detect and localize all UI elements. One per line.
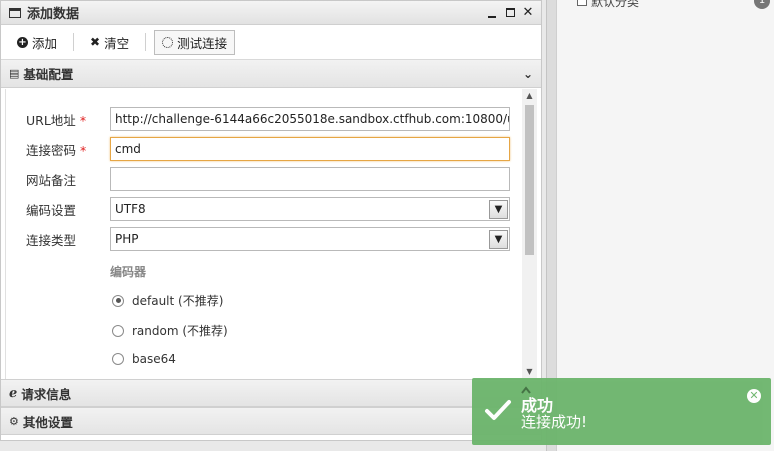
scrollbar-thumb[interactable] [525, 105, 534, 255]
radio-icon[interactable] [112, 324, 124, 337]
encoder-option-default[interactable]: default (不推荐) [112, 292, 223, 309]
add-data-window: 添加数据 ✕ + 添加 ✖ 清空 测试连接 ▤ 基础配置 ⌄ URL地址 * ht… [0, 0, 542, 441]
encoding-row: 编码设置 UTF8 ▼ [26, 197, 510, 221]
encoder-option-label: default (不推荐) [132, 294, 224, 308]
password-row: 连接密码 * cmd [26, 137, 510, 161]
radio-checked-icon[interactable] [112, 294, 124, 307]
toolbar-divider [145, 33, 147, 51]
count-badge: 1 [754, 0, 770, 9]
spinner-icon [162, 36, 174, 48]
encoding-value: UTF8 [115, 202, 146, 216]
basic-config-form: URL地址 * http://challenge-6144a66c2055018e… [5, 89, 538, 379]
section-other-settings[interactable]: ⚙ 其他设置 [1, 407, 541, 435]
chevron-down-icon[interactable]: ▼ [489, 199, 508, 219]
encoder-option-label: base64 [132, 352, 176, 366]
toast-close-icon[interactable]: ✕ [747, 389, 761, 403]
folder-icon [577, 0, 587, 6]
add-button-label: 添加 [32, 35, 58, 51]
add-button[interactable]: + 添加 [9, 30, 65, 55]
section-basic-config[interactable]: ▤ 基础配置 ⌄ [1, 60, 541, 88]
tree-item-label: 默认分类 [591, 0, 640, 9]
section-request-title: 请求信息 [21, 386, 72, 402]
type-value: PHP [115, 232, 139, 246]
clear-button[interactable]: ✖ 清空 [82, 30, 137, 55]
section-basic-title: 基础配置 [23, 67, 74, 82]
chevron-down-icon: ⌄ [522, 66, 533, 81]
encoding-select[interactable]: UTF8 ▼ [110, 197, 510, 221]
required-mark: * [79, 112, 87, 128]
document-icon: ▤ [9, 67, 20, 80]
tree-item-default-category[interactable]: 默认分类 [577, 0, 640, 9]
minimize-icon [488, 15, 496, 18]
success-toast: 成功 连接成功! ✕ [472, 378, 771, 445]
note-label: 网站备注 [26, 172, 77, 188]
encoder-option-random[interactable]: random (不推荐) [112, 322, 228, 339]
x-icon: ✖ [90, 35, 101, 49]
radio-icon[interactable] [112, 353, 124, 365]
required-mark: * [80, 142, 87, 158]
checkmark-icon [485, 400, 511, 420]
clear-button-label: 清空 [104, 35, 130, 51]
type-label: 连接类型 [26, 232, 77, 248]
chevron-down-icon[interactable]: ▼ [489, 229, 508, 249]
encoder-label: 编码器 [110, 265, 147, 279]
minimize-button[interactable] [485, 6, 499, 20]
close-icon: ✕ [522, 5, 534, 20]
window-icon [9, 7, 21, 18]
password-label: 连接密码 * [26, 142, 87, 158]
url-input[interactable]: http://challenge-6144a66c2055018e.sandbo… [110, 107, 510, 131]
plus-circle-icon: + [17, 36, 28, 48]
section-other-title: 其他设置 [22, 414, 73, 430]
toast-message: 连接成功! [521, 413, 588, 431]
maximize-icon [505, 8, 515, 17]
note-input[interactable] [110, 167, 510, 191]
encoder-option-base64[interactable]: base64 [112, 352, 176, 366]
toolbar-divider [73, 33, 75, 51]
type-select[interactable]: PHP ▼ [110, 227, 510, 251]
url-label: URL地址 * [26, 112, 87, 128]
scroll-down-icon[interactable]: ▼ [522, 365, 537, 379]
close-button[interactable]: ✕ [521, 5, 535, 20]
window-title: 添加数据 [27, 7, 80, 22]
encoding-label: 编码设置 [26, 202, 77, 218]
window-titlebar[interactable]: 添加数据 ✕ [1, 1, 541, 25]
maximize-button[interactable] [503, 6, 517, 20]
gears-icon: ⚙ [9, 414, 19, 428]
type-row: 连接类型 PHP ▼ [26, 227, 510, 251]
test-connection-button[interactable]: 测试连接 [154, 29, 236, 55]
password-input[interactable]: cmd [110, 137, 510, 161]
toolbar: + 添加 ✖ 清空 测试连接 [1, 25, 541, 60]
section-request-info[interactable]: ℯ 请求信息 [1, 379, 541, 407]
test-connection-label: 测试连接 [177, 35, 228, 51]
note-row: 网站备注 [26, 167, 510, 191]
ie-icon: ℯ [9, 385, 18, 401]
scroll-up-icon[interactable]: ▲ [522, 89, 537, 103]
url-row: URL地址 * http://challenge-6144a66c2055018e… [26, 107, 510, 131]
form-scrollbar[interactable]: ▲ ▼ [522, 89, 537, 379]
encoder-option-label: random (不推荐) [132, 324, 228, 338]
